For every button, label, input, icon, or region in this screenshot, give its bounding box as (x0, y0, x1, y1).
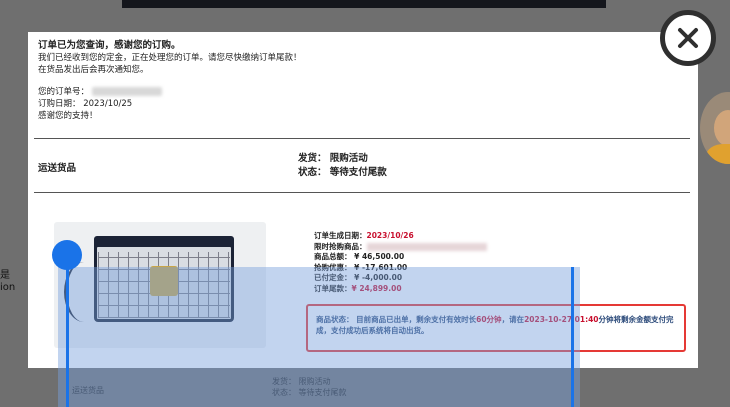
text-selection-overlay (58, 267, 580, 407)
selection-line-start (66, 260, 69, 407)
order-number-row: 您的订单号： (38, 86, 302, 98)
selection-handle-start[interactable] (52, 240, 82, 270)
background-left-text: 是 ion (0, 270, 16, 293)
total-row: 商品总额： ¥ 46,500.00 (314, 252, 405, 261)
background-avatar (700, 92, 730, 164)
close-icon (678, 28, 698, 48)
selection-handle-end[interactable] (571, 267, 574, 407)
divider (34, 138, 690, 139)
shipping-label: 运送货品 (38, 163, 77, 174)
message-line2: 在货品发出后会再次通知您。 (38, 65, 149, 75)
order-date: 订购日期： 2023/10/25 (38, 99, 133, 109)
product-row: 限时抢购商品： (314, 242, 487, 253)
message-title: 订单已为您查询，感谢您的订购。 (38, 40, 181, 51)
order-number-label: 您的订单号： (38, 87, 90, 97)
thanks-text: 感谢您的支持！ (38, 111, 98, 121)
order-status: 状态： 等待支付尾款 (298, 167, 387, 178)
message-line1: 我们已经收到您的定金，正在处理您的订单。请您尽快缴纳订单尾款！ (38, 53, 302, 63)
order-number-redacted (91, 87, 162, 96)
shipping-method: 发货： 限购活动 (298, 153, 368, 164)
divider (34, 192, 690, 193)
created-date-value: 2023/10/26 (366, 231, 414, 240)
created-date-row: 订单生成日期：2023/10/26 (314, 231, 414, 240)
background-top-bar (122, 0, 606, 8)
order-message: 订单已为您查询，感谢您的订购。 我们已经收到您的定金，正在处理您的订单。请您尽快… (38, 40, 302, 122)
product-name-redacted (366, 242, 487, 251)
close-button[interactable] (660, 10, 716, 66)
shipping-status: 发货： 限购活动 状态： 等待支付尾款 (298, 152, 387, 180)
